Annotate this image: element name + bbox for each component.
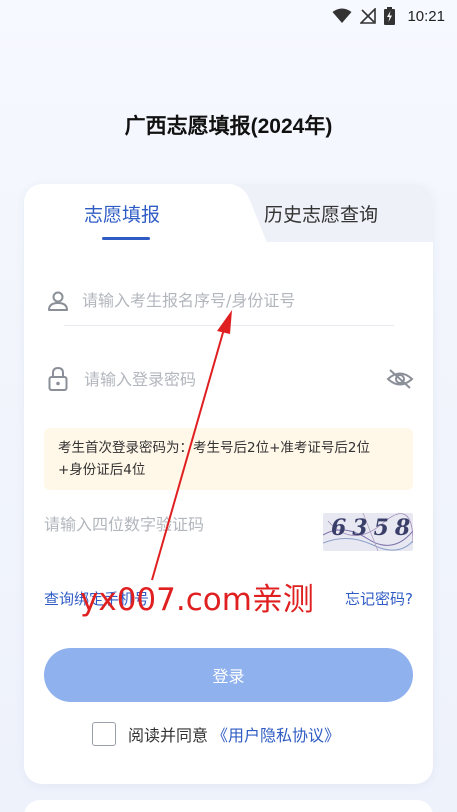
forgot-password-link[interactable]: 忘记密码? <box>345 588 413 609</box>
agreement-row: 阅读并同意 《用户隐私协议》 <box>92 722 340 746</box>
password-input[interactable] <box>84 369 364 389</box>
no-signal-icon <box>360 8 377 24</box>
tab-volunteer-fill[interactable]: 志愿填报 <box>84 200 160 227</box>
notice-line-2: +身份证后4位 <box>58 462 146 478</box>
status-time: 10:21 <box>407 7 445 25</box>
username-input[interactable] <box>82 291 362 310</box>
username-field <box>48 276 394 326</box>
login-button[interactable]: 登录 <box>44 648 413 702</box>
password-hint-notice: 考生首次登录密码为：考生号后2位+准考证号后2位 +身份证后4位 <box>44 428 413 490</box>
eye-off-icon[interactable] <box>386 365 414 393</box>
captcha-input[interactable] <box>44 515 304 534</box>
password-field <box>44 354 414 404</box>
login-card: 志愿填报 历史志愿查询 考生首次登录密码为：考生号后2位+准考证号后2位 +身份… <box>24 184 433 784</box>
tab-active-indicator <box>102 237 150 240</box>
wifi-icon <box>332 8 352 24</box>
tab-bar: 志愿填报 历史志愿查询 <box>24 184 433 242</box>
captcha-image[interactable]: 6358 <box>323 513 413 551</box>
status-bar: 10:21 <box>0 0 457 32</box>
bottom-card-edge <box>24 800 433 812</box>
privacy-policy-link[interactable]: 《用户隐私协议》 <box>212 722 340 746</box>
link-row: 查询绑定手机号 忘记密码? <box>44 588 413 614</box>
battery-charging-icon <box>384 7 396 25</box>
query-bound-phone-link[interactable]: 查询绑定手机号 <box>44 588 149 609</box>
agreement-checkbox[interactable] <box>92 722 116 746</box>
notice-line-1: 考生首次登录密码为：考生号后2位+准考证号后2位 <box>58 440 370 456</box>
agreement-text: 阅读并同意 <box>128 726 209 745</box>
captcha-row: 6358 <box>44 509 413 553</box>
user-icon <box>44 287 72 315</box>
captcha-code: 6358 <box>331 515 413 541</box>
tab-history-query[interactable]: 历史志愿查询 <box>264 200 378 227</box>
lock-icon <box>44 365 72 393</box>
page-title: 广西志愿填报(2024年) <box>124 115 333 138</box>
